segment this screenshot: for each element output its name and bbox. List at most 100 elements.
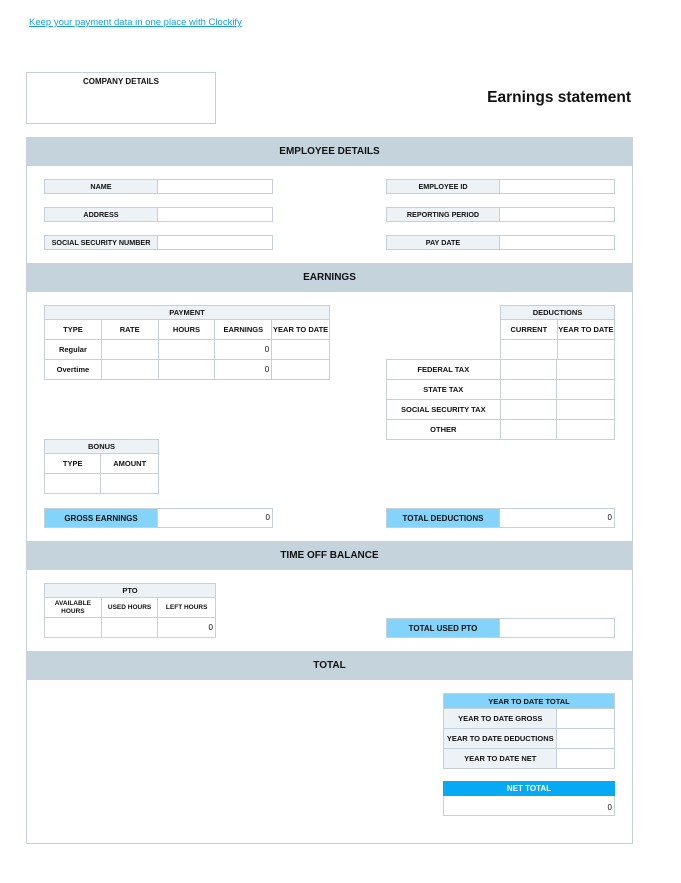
net-total-box: NET TOTAL 0	[443, 781, 615, 816]
section-employee-details: EMPLOYEE DETAILS	[26, 137, 633, 166]
col-bonus-amount: AMOUNT	[100, 453, 159, 474]
field-employee-id: EMPLOYEE ID	[386, 179, 615, 194]
section-total: TOTAL	[26, 651, 633, 680]
col-current: CURRENT	[500, 319, 558, 340]
net-total-value: 0	[443, 796, 615, 816]
ytd-total-table: YEAR TO DATE TOTAL YEAR TO DATE GROSS YE…	[442, 693, 615, 769]
section-time-off-balance: TIME OFF BALANCE	[26, 541, 633, 570]
hours-cell[interactable]	[157, 359, 216, 380]
available-hours-cell[interactable]	[44, 617, 102, 638]
col-type: TYPE	[44, 319, 102, 340]
name-input[interactable]	[158, 179, 273, 194]
table-row: YEAR TO DATE DEDUCTIONS	[442, 728, 615, 749]
clockify-promo-link[interactable]: Keep your payment data in one place with…	[29, 17, 242, 28]
table-row: STATE TAX	[386, 379, 615, 400]
field-address: ADDRESS	[44, 207, 273, 222]
table-row: Regular 0	[44, 339, 330, 360]
col-rate: RATE	[100, 319, 159, 340]
used-hours-cell[interactable]	[100, 617, 159, 638]
hours-cell[interactable]	[157, 339, 216, 360]
col-left-hours: LEFT HOURS	[157, 597, 216, 618]
address-input[interactable]	[158, 207, 273, 222]
deductions-table: FEDERAL TAX STATE TAX SOCIAL SECURITY TA…	[386, 359, 615, 440]
current-cell[interactable]	[500, 339, 558, 360]
current-cell[interactable]	[499, 359, 558, 380]
address-label: ADDRESS	[44, 207, 158, 222]
ytd-cell[interactable]	[556, 379, 615, 400]
gross-earnings-label: GROSS EARNINGS	[44, 508, 158, 528]
total-deductions-label: TOTAL DEDUCTIONS	[386, 508, 500, 528]
company-details-label: COMPANY DETAILS	[82, 77, 159, 86]
field-pay-date: PAY DATE	[386, 235, 615, 250]
table-row: Overtime 0	[44, 359, 330, 380]
earnings-cell: 0	[214, 359, 273, 380]
table-row: FEDERAL TAX	[386, 359, 615, 380]
deduction-label: STATE TAX	[386, 379, 501, 400]
col-deductions-ytd: YEAR TO DATE	[556, 319, 616, 340]
row-type: Regular	[44, 339, 102, 360]
bonus-amount-cell[interactable]	[100, 473, 159, 494]
net-total-label: NET TOTAL	[443, 781, 615, 796]
col-earnings: EARNINGS	[214, 319, 273, 340]
payment-table: PAYMENT TYPE RATE HOURS EARNINGS YEAR TO…	[44, 305, 330, 380]
ytd-total-title: YEAR TO DATE TOTAL	[443, 693, 615, 709]
ytd-cell[interactable]	[556, 339, 616, 360]
field-name: NAME	[44, 179, 273, 194]
total-used-pto-row: TOTAL USED PTO	[386, 618, 615, 638]
deductions-header-table: DEDUCTIONS CURRENT YEAR TO DATE	[500, 305, 616, 360]
rate-cell[interactable]	[100, 339, 159, 360]
pto-table: PTO AVAILABLE HOURS USED HOURS LEFT HOUR…	[44, 583, 216, 638]
bonus-table: BONUS TYPE AMOUNT	[43, 439, 159, 494]
ytd-deductions-label: YEAR TO DATE DEDUCTIONS	[442, 728, 558, 749]
total-used-pto-label: TOTAL USED PTO	[386, 618, 500, 638]
ytd-cell[interactable]	[556, 359, 615, 380]
pay-date-input[interactable]	[500, 235, 615, 250]
reporting-period-label: REPORTING PERIOD	[386, 207, 500, 222]
rate-cell[interactable]	[100, 359, 159, 380]
ytd-cell[interactable]	[271, 359, 330, 380]
ytd-cell[interactable]	[271, 339, 330, 360]
gross-earnings-value: 0	[158, 508, 273, 528]
table-row: OTHER	[386, 419, 615, 440]
earnings-cell: 0	[214, 339, 273, 360]
col-ytd: YEAR TO DATE	[271, 319, 330, 340]
name-label: NAME	[44, 179, 158, 194]
payment-title: PAYMENT	[44, 305, 330, 320]
section-earnings: EARNINGS	[26, 263, 633, 292]
total-deductions-row: TOTAL DEDUCTIONS 0	[386, 508, 615, 528]
left-hours-cell: 0	[157, 617, 216, 638]
table-row: SOCIAL SECURITY TAX	[386, 399, 615, 420]
field-reporting-period: REPORTING PERIOD	[386, 207, 615, 222]
employee-id-input[interactable]	[500, 179, 615, 194]
deduction-label: OTHER	[386, 419, 501, 440]
field-ssn: SOCIAL SECURITY NUMBER	[44, 235, 273, 250]
deduction-label: FEDERAL TAX	[386, 359, 501, 380]
table-row: YEAR TO DATE GROSS	[442, 708, 615, 729]
row-type: Overtime	[44, 359, 102, 380]
pay-date-label: PAY DATE	[386, 235, 500, 250]
employee-id-label: EMPLOYEE ID	[386, 179, 500, 194]
current-cell[interactable]	[499, 399, 558, 420]
bonus-type-cell[interactable]	[43, 473, 102, 494]
col-used-hours: USED HOURS	[100, 597, 159, 618]
col-hours: HOURS	[157, 319, 216, 340]
col-bonus-type: TYPE	[43, 453, 102, 474]
reporting-period-input[interactable]	[500, 207, 615, 222]
ytd-net-label: YEAR TO DATE NET	[442, 748, 558, 769]
current-cell[interactable]	[499, 379, 558, 400]
ytd-cell[interactable]	[556, 399, 615, 420]
ytd-gross-value[interactable]	[556, 708, 615, 729]
ssn-label: SOCIAL SECURITY NUMBER	[44, 235, 158, 250]
ytd-deductions-value[interactable]	[556, 728, 615, 749]
col-available-hours: AVAILABLE HOURS	[44, 597, 102, 618]
ytd-cell[interactable]	[556, 419, 615, 440]
ytd-gross-label: YEAR TO DATE GROSS	[442, 708, 558, 729]
ytd-net-value[interactable]	[556, 748, 615, 769]
gross-earnings-row: GROSS EARNINGS 0	[44, 508, 273, 528]
ssn-input[interactable]	[158, 235, 273, 250]
company-details-box[interactable]: COMPANY DETAILS	[26, 72, 216, 124]
pto-title: PTO	[44, 583, 216, 598]
bonus-title: BONUS	[44, 439, 159, 454]
deduction-label: SOCIAL SECURITY TAX	[386, 399, 501, 420]
current-cell[interactable]	[499, 419, 558, 440]
